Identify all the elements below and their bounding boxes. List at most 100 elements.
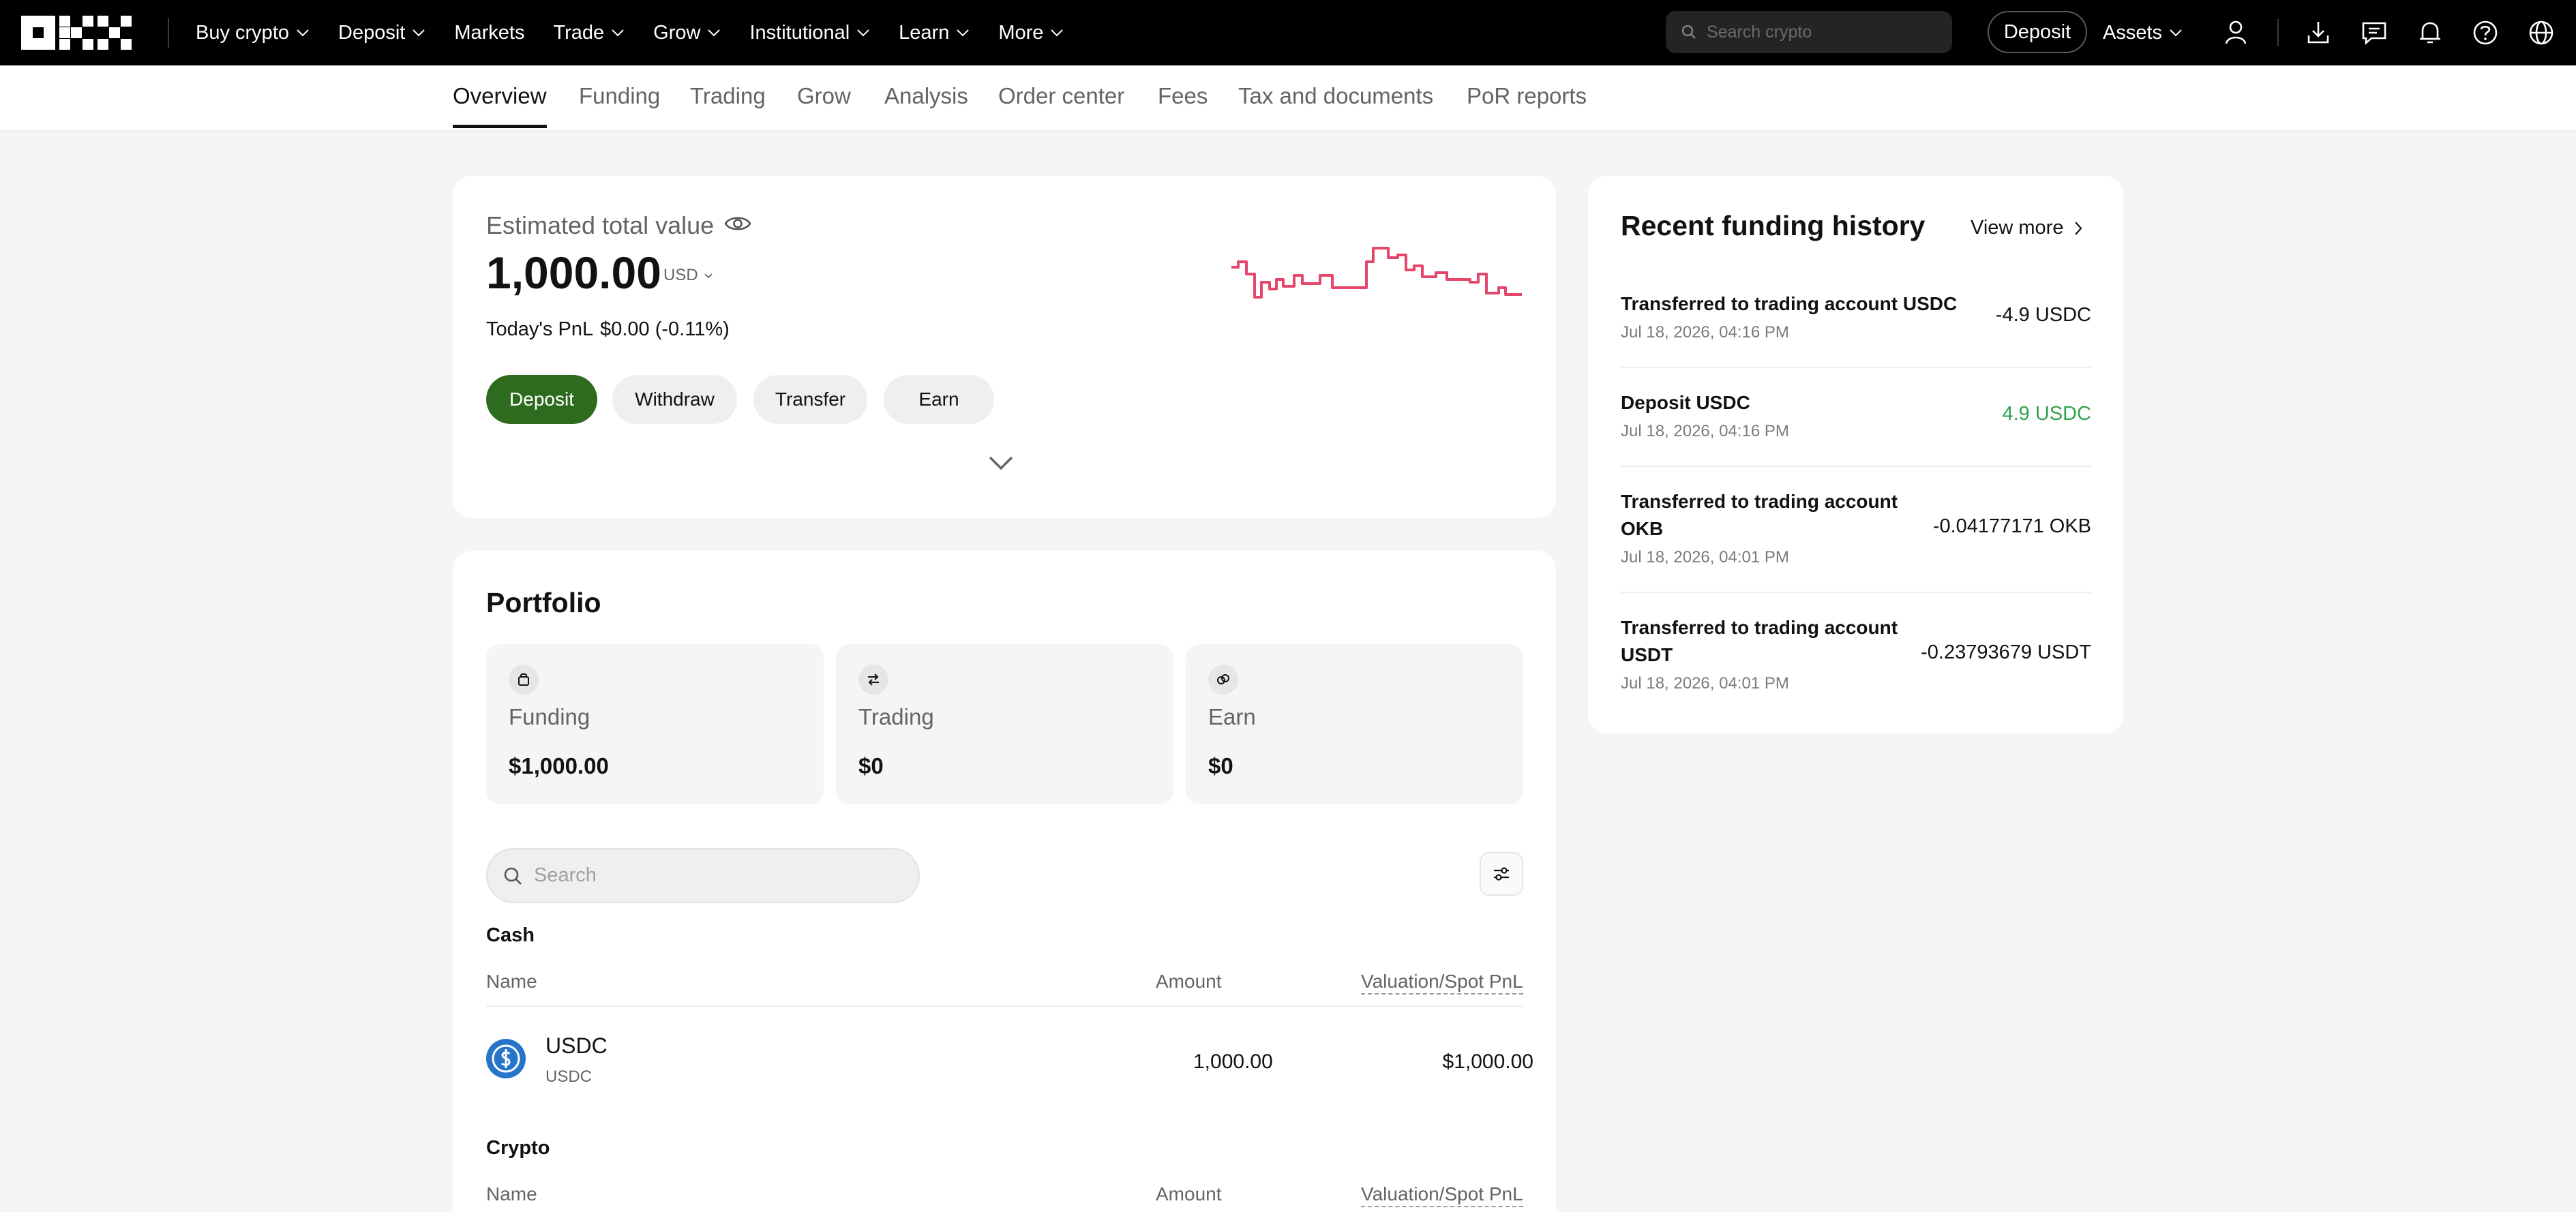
nav-separator — [2277, 19, 2279, 46]
nav-search-box[interactable] — [1666, 11, 1952, 53]
view-more-link[interactable]: View more — [1971, 217, 2082, 239]
transfer-button[interactable]: Transfer — [753, 375, 867, 424]
globe-icon[interactable] — [2526, 18, 2556, 48]
nav-item-label: Buy crypto — [196, 21, 289, 44]
crypto-header-amount: Amount — [1156, 1183, 1222, 1205]
sparkline-line — [1231, 247, 1522, 299]
eye-icon[interactable] — [723, 211, 752, 236]
history-divider — [1621, 592, 2091, 593]
table-row[interactable]: USDC USDC 1,000.00 $1,000.00 — [486, 1013, 1533, 1088]
deposit-button[interactable]: Deposit — [486, 375, 597, 424]
chevron-right-icon — [2075, 221, 2082, 235]
account-tile-earn[interactable]: Earn $0 — [1186, 644, 1523, 804]
account-tile-trading[interactable]: Trading $0 — [836, 644, 1173, 804]
nav-markets[interactable]: Markets — [454, 22, 524, 44]
crypto-header-name: Name — [486, 1183, 537, 1205]
nav-item-label: Grow — [653, 21, 701, 44]
asset-valuation: $1,000.00 — [1442, 1050, 1533, 1073]
funding-history-item[interactable]: Transferred to trading account USDT Jul … — [1621, 614, 2091, 710]
nav-grow[interactable]: Grow — [653, 22, 721, 44]
chevron-down-icon — [1051, 29, 1064, 37]
top-navigation: Buy crypto Deposit Markets Trade Grow In… — [0, 0, 2576, 65]
tab-por-reports[interactable]: PoR reports — [1467, 83, 1587, 109]
account-tile-label: Earn — [1208, 704, 1256, 729]
nav-search-input[interactable] — [1707, 22, 1938, 42]
tab-tax-and-documents[interactable]: Tax and documents — [1238, 83, 1433, 109]
table-divider — [486, 1005, 1523, 1007]
nav-buy-crypto[interactable]: Buy crypto — [196, 22, 310, 44]
tab-trading[interactable]: Trading — [690, 83, 766, 109]
nav-institutional[interactable]: Institutional — [749, 22, 870, 44]
active-tab-indicator — [453, 125, 547, 128]
pnl-label: Today's PnL — [486, 318, 594, 340]
history-divider — [1621, 367, 2091, 368]
history-item-date: Jul 18, 2026, 04:16 PM — [1621, 323, 1789, 342]
tab-funding[interactable]: Funding — [579, 83, 660, 109]
crypto-header-valuation[interactable]: Valuation/Spot PnL — [1361, 1183, 1523, 1207]
tab-analysis[interactable]: Analysis — [884, 83, 968, 109]
funding-history-card: Recent funding history View more Transfe… — [1588, 176, 2123, 733]
account-tile-funding[interactable]: Funding $1,000.00 — [486, 644, 824, 804]
history-item-amount: -0.04177171 OKB — [1932, 515, 2091, 537]
account-tile-label: Funding — [509, 704, 590, 729]
nav-assets-menu[interactable]: Assets — [2103, 0, 2183, 65]
history-item-amount: -0.23793679 USDT — [1921, 641, 2091, 663]
nav-item-label: Trade — [553, 21, 605, 44]
primary-nav: Buy crypto Deposit Markets Trade Grow In… — [196, 0, 1092, 65]
tab-grow[interactable]: Grow — [797, 83, 851, 109]
help-icon[interactable] — [2470, 18, 2500, 48]
funding-history-item[interactable]: Transferred to trading account OKB Jul 1… — [1621, 488, 2091, 584]
funding-history-item[interactable]: Transferred to trading account USDC Jul … — [1621, 290, 2091, 359]
bell-icon[interactable] — [2415, 18, 2445, 48]
okx-logo[interactable] — [21, 16, 132, 50]
portfolio-search-input[interactable] — [534, 864, 916, 887]
earn-button[interactable]: Earn — [884, 375, 994, 424]
user-icon[interactable] — [2221, 18, 2251, 48]
tab-fees[interactable]: Fees — [1158, 83, 1208, 109]
withdraw-button[interactable]: Withdraw — [612, 375, 737, 424]
history-item-title: Deposit USDC — [1621, 392, 1750, 413]
history-item-title: Transferred to trading account USDT — [1621, 617, 1898, 665]
download-icon[interactable] — [2303, 18, 2333, 48]
chevron-down-icon[interactable] — [987, 454, 1015, 472]
chevron-down-icon — [413, 29, 425, 37]
funding-history-title: Recent funding history — [1621, 210, 1926, 241]
nav-deposit-button[interactable]: Deposit — [1988, 11, 2087, 53]
account-tile-label: Trading — [858, 704, 934, 729]
nav-item-label: Learn — [899, 21, 950, 44]
nav-learn[interactable]: Learn — [899, 22, 970, 44]
chevron-down-icon — [957, 29, 970, 37]
chevron-down-icon — [708, 29, 721, 37]
history-item-date: Jul 18, 2026, 04:01 PM — [1621, 674, 1789, 693]
cash-header-amount: Amount — [1156, 971, 1222, 992]
search-icon — [504, 867, 522, 885]
estimated-total-label: Estimated total value — [486, 211, 715, 239]
filter-button[interactable] — [1480, 852, 1523, 896]
currency-label: USD — [663, 266, 698, 284]
bag-icon — [509, 665, 539, 695]
view-more-label: View more — [1971, 217, 2064, 239]
currency-selector[interactable]: USD — [663, 266, 713, 285]
account-tile-value: $1,000.00 — [509, 753, 609, 778]
nav-more[interactable]: More — [998, 22, 1064, 44]
chevron-down-icon — [297, 29, 309, 37]
nav-item-label: Markets — [454, 21, 525, 44]
nav-deposit[interactable]: Deposit — [338, 22, 425, 44]
sliders-icon — [1494, 867, 1509, 881]
funding-history-item[interactable]: Deposit USDC Jul 18, 2026, 04:16 PM 4.9 … — [1621, 389, 2091, 457]
nav-assets-label: Assets — [2103, 21, 2163, 44]
chat-icon[interactable] — [2359, 18, 2389, 48]
asset-name: USDC — [545, 1033, 608, 1058]
history-item-amount: -4.9 USDC — [1995, 304, 2091, 326]
nav-trade[interactable]: Trade — [553, 22, 625, 44]
tab-overview[interactable]: Overview — [453, 83, 547, 109]
portfolio-search-box[interactable] — [486, 848, 920, 903]
nav-item-label: Deposit — [338, 21, 406, 44]
nav-item-label: Institutional — [749, 21, 850, 44]
tab-order-center[interactable]: Order center — [998, 83, 1124, 109]
swap-icon — [858, 665, 888, 695]
todays-pnl: Today's PnL $0.00 (-0.11%) — [486, 318, 736, 341]
balance-sparkline — [1231, 247, 1522, 299]
cash-header-valuation[interactable]: Valuation/Spot PnL — [1361, 971, 1523, 995]
estimated-total-value: 1,000.00 — [486, 247, 661, 298]
